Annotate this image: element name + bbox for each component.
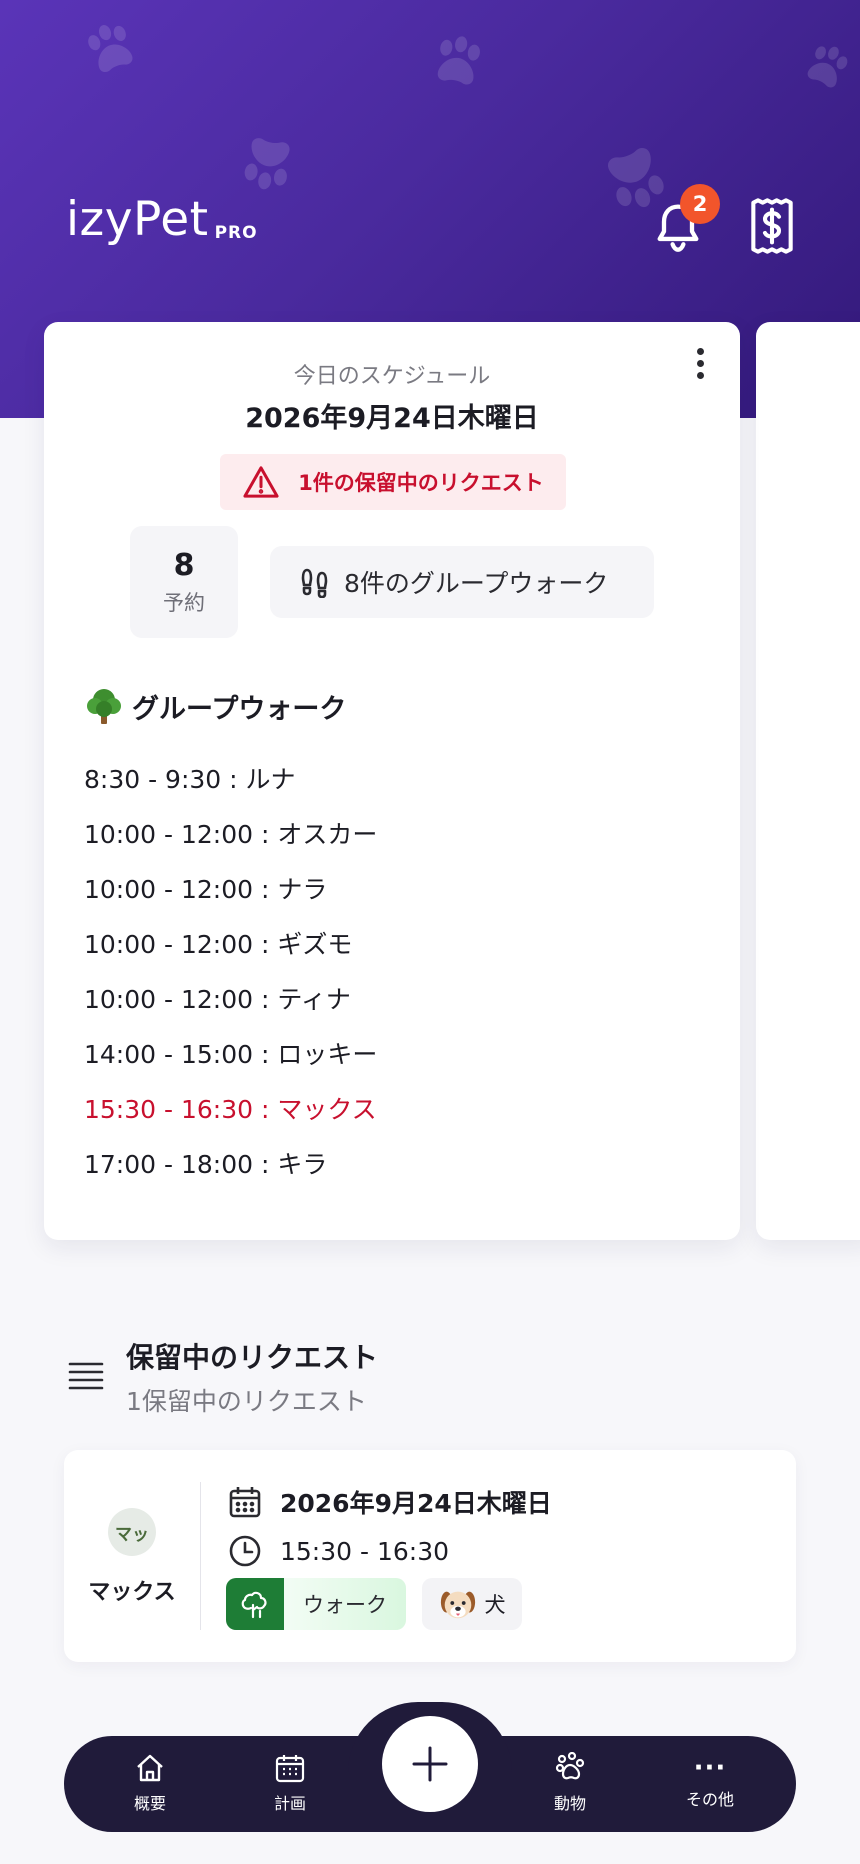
service-tag: ウォーク: [226, 1578, 406, 1630]
request-time-row: 15:30 - 16:30: [228, 1534, 449, 1568]
warning-triangle-icon: [243, 466, 279, 498]
notification-count-badge: 2: [680, 184, 720, 224]
walk-item[interactable]: 8:30 - 9:30 : ルナ: [84, 752, 377, 807]
more-vertical-icon: [696, 348, 704, 355]
walk-item[interactable]: 10:00 - 12:00 : ギズモ: [84, 917, 377, 972]
walk-item-pending[interactable]: 15:30 - 16:30 : マックス: [84, 1082, 377, 1137]
species-tag: 犬: [422, 1578, 522, 1630]
booking-count-box: 8 予約: [130, 526, 238, 638]
clock-icon: [229, 1535, 261, 1567]
paw-print-icon: [229, 123, 308, 202]
plus-icon: [412, 1746, 448, 1782]
card-divider: [200, 1482, 201, 1630]
billing-button[interactable]: [748, 198, 796, 254]
paw-icon: [555, 1752, 585, 1780]
schedule-label: 今日のスケジュール: [293, 364, 491, 389]
more-horizontal-icon: ···: [693, 1753, 727, 1783]
section-title-text: グループウォーク: [132, 693, 347, 725]
request-time: 15:30 - 16:30: [280, 1536, 450, 1566]
pet-name: マックス: [88, 1580, 176, 1605]
pet-avatar: マッ: [108, 1508, 156, 1556]
nav-label: その他: [685, 1790, 734, 1809]
group-walk-summary-text: 8件のグループウォーク: [344, 569, 609, 598]
paw-print-icon: [791, 31, 860, 103]
group-walk-summary-chip[interactable]: 8件のグループウォーク: [270, 546, 654, 618]
footprints-icon: [301, 568, 328, 598]
nav-label: 概要: [133, 1794, 166, 1813]
pending-title: 保留中のリクエスト: [126, 1341, 379, 1374]
group-walk-section-title: グループウォーク: [84, 686, 346, 726]
brand-name: izyPet: [66, 192, 209, 247]
group-walk-list: 8:30 - 9:30 : ルナ 10:00 - 12:00 : オスカー 10…: [84, 752, 377, 1192]
request-date: 2026年9月24日木曜日: [280, 1489, 552, 1518]
schedule-date: 2026年9月24日木曜日: [245, 403, 539, 434]
nav-item-animals[interactable]: 動物: [515, 1752, 625, 1814]
brand-tag: PRO: [214, 223, 258, 243]
pending-request-alert[interactable]: 1件の保留中のリクエスト: [220, 454, 566, 510]
tree-outline-icon: [241, 1591, 267, 1619]
species-tag-label: 犬: [484, 1593, 506, 1617]
tree-icon: [87, 689, 121, 724]
request-date-row: 2026年9月24日木曜日: [228, 1484, 552, 1520]
booking-count: 8: [173, 548, 195, 583]
nav-item-more[interactable]: ··· その他: [655, 1752, 765, 1810]
today-schedule-card: 今日のスケジュール 2026年9月24日木曜日 1件の保留中のリクエスト 8 予…: [44, 322, 740, 1240]
pending-request-card[interactable]: マッ マックス 2026年9月24日木曜日 15:30 - 16:30 ウォーク: [64, 1450, 796, 1662]
paw-print-icon: [71, 9, 150, 88]
walk-item[interactable]: 14:00 - 15:00 : ロッキー: [84, 1027, 377, 1082]
calendar-icon: [229, 1487, 261, 1518]
nav-label: 動物: [553, 1794, 586, 1813]
walk-item[interactable]: 17:00 - 18:00 : キラ: [84, 1137, 377, 1192]
walk-item[interactable]: 10:00 - 12:00 : オスカー: [84, 807, 377, 862]
list-lines-icon: [68, 1362, 104, 1390]
service-tag-label: ウォーク: [303, 1593, 387, 1617]
walk-item[interactable]: 10:00 - 12:00 : ナラ: [84, 862, 377, 917]
dog-face-icon: [440, 1591, 475, 1619]
pending-subtitle: 1保留中のリクエスト: [126, 1387, 367, 1416]
nav-item-plan[interactable]: 計画: [235, 1752, 345, 1814]
receipt-dollar-icon: [751, 198, 793, 254]
paw-print-icon: [421, 25, 495, 99]
booking-label: 予約: [163, 591, 205, 615]
app-logo: izyPet PRO: [66, 196, 258, 243]
calendar-icon: [275, 1755, 305, 1783]
pending-requests-header: 保留中のリクエスト 1保留中のリクエスト: [66, 1336, 378, 1418]
alert-text: 1件の保留中のリクエスト: [298, 471, 544, 495]
nav-label: 計画: [273, 1794, 306, 1813]
next-schedule-card[interactable]: [756, 322, 860, 1240]
home-icon: [137, 1754, 163, 1782]
add-button[interactable]: [382, 1716, 478, 1812]
walk-item[interactable]: 10:00 - 12:00 : ティナ: [84, 972, 377, 1027]
nav-item-overview[interactable]: 概要: [95, 1752, 205, 1814]
